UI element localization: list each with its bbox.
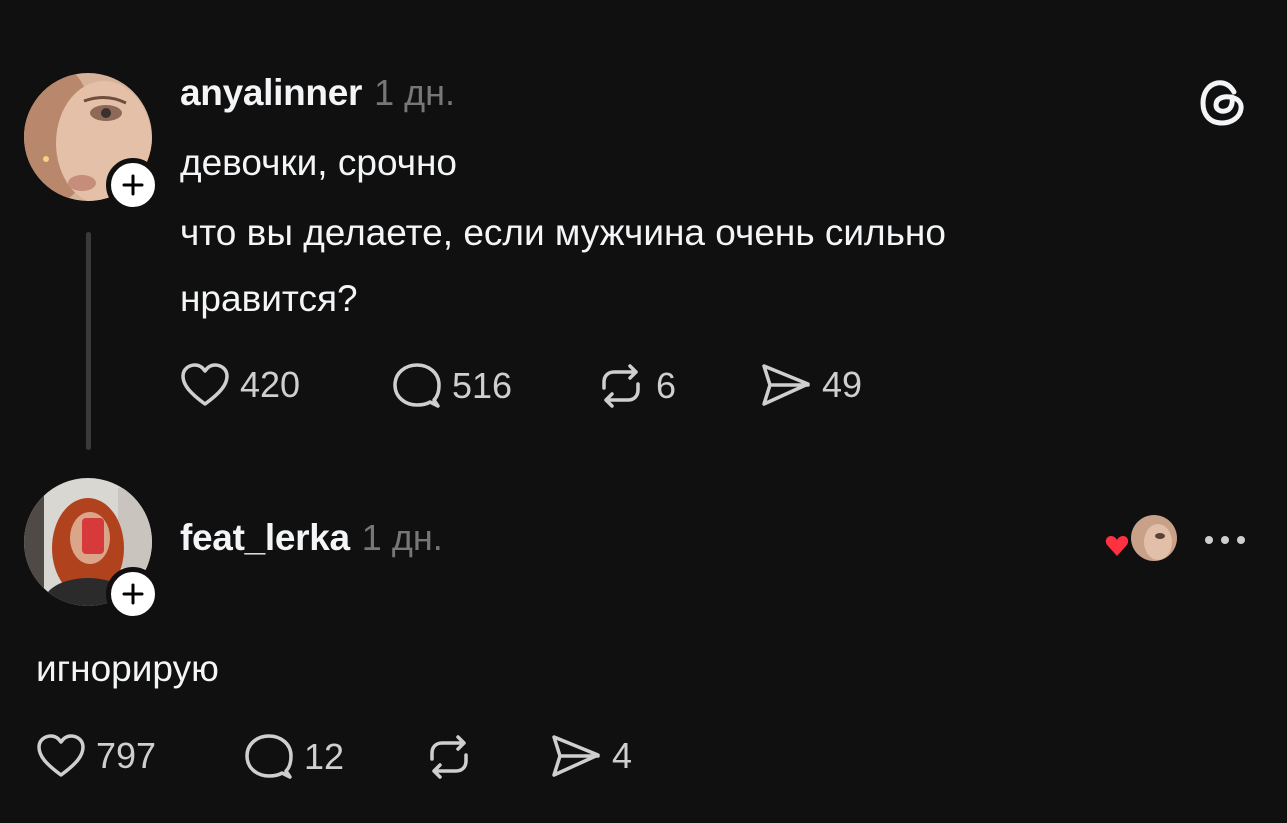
speech-bubble-icon — [393, 363, 441, 408]
reply-button[interactable]: 12 — [244, 733, 344, 781]
like-button[interactable]: 420 — [180, 362, 300, 408]
follow-button[interactable] — [106, 158, 160, 212]
heart-icon — [181, 363, 229, 406]
reply-count: 516 — [452, 365, 513, 406]
like-count: 797 — [96, 735, 157, 776]
reply-time: 1 дн. — [361, 517, 443, 558]
more-dots-icon — [1205, 536, 1245, 544]
repost-icon — [602, 364, 640, 408]
share-count: 49 — [822, 364, 863, 405]
repost-icon — [430, 735, 468, 779]
follow-button[interactable] — [106, 567, 160, 621]
share-button[interactable]: 49 — [760, 362, 862, 408]
reply-username[interactable]: feat_lerka — [180, 517, 350, 558]
more-options-button[interactable] — [1200, 530, 1250, 550]
plus-icon — [122, 174, 144, 196]
share-button[interactable]: 4 — [550, 733, 632, 779]
post-text-line: что вы делаете, если мужчина очень сильн… — [180, 212, 946, 253]
like-count: 420 — [240, 364, 301, 405]
reply-text: игнорирую — [36, 648, 219, 689]
send-icon — [762, 364, 810, 406]
like-button[interactable]: 797 — [36, 733, 156, 779]
send-icon — [552, 735, 600, 777]
threads-logo-icon[interactable] — [1196, 76, 1250, 130]
repost-button[interactable]: 6 — [596, 362, 676, 410]
post-text-line: нравится? — [180, 278, 358, 319]
share-count: 4 — [612, 735, 633, 776]
heart-icon — [37, 734, 85, 777]
plus-icon — [122, 583, 144, 605]
speech-bubble-icon — [245, 734, 293, 779]
reply-button[interactable]: 516 — [392, 362, 512, 410]
post-text-line: девочки, срочно — [180, 142, 457, 183]
author-liked-heart-icon — [1105, 536, 1129, 556]
repost-button[interactable] — [424, 733, 474, 781]
post-username[interactable]: anyalinner — [180, 72, 362, 113]
thread-connector-line — [86, 232, 91, 450]
repost-count: 6 — [656, 365, 677, 406]
author-liked-indicator — [1104, 514, 1178, 566]
post-time: 1 дн. — [374, 72, 455, 113]
post-text: девочки, срочно что вы делаете, если муж… — [180, 130, 1220, 332]
reply-count: 12 — [304, 736, 345, 777]
